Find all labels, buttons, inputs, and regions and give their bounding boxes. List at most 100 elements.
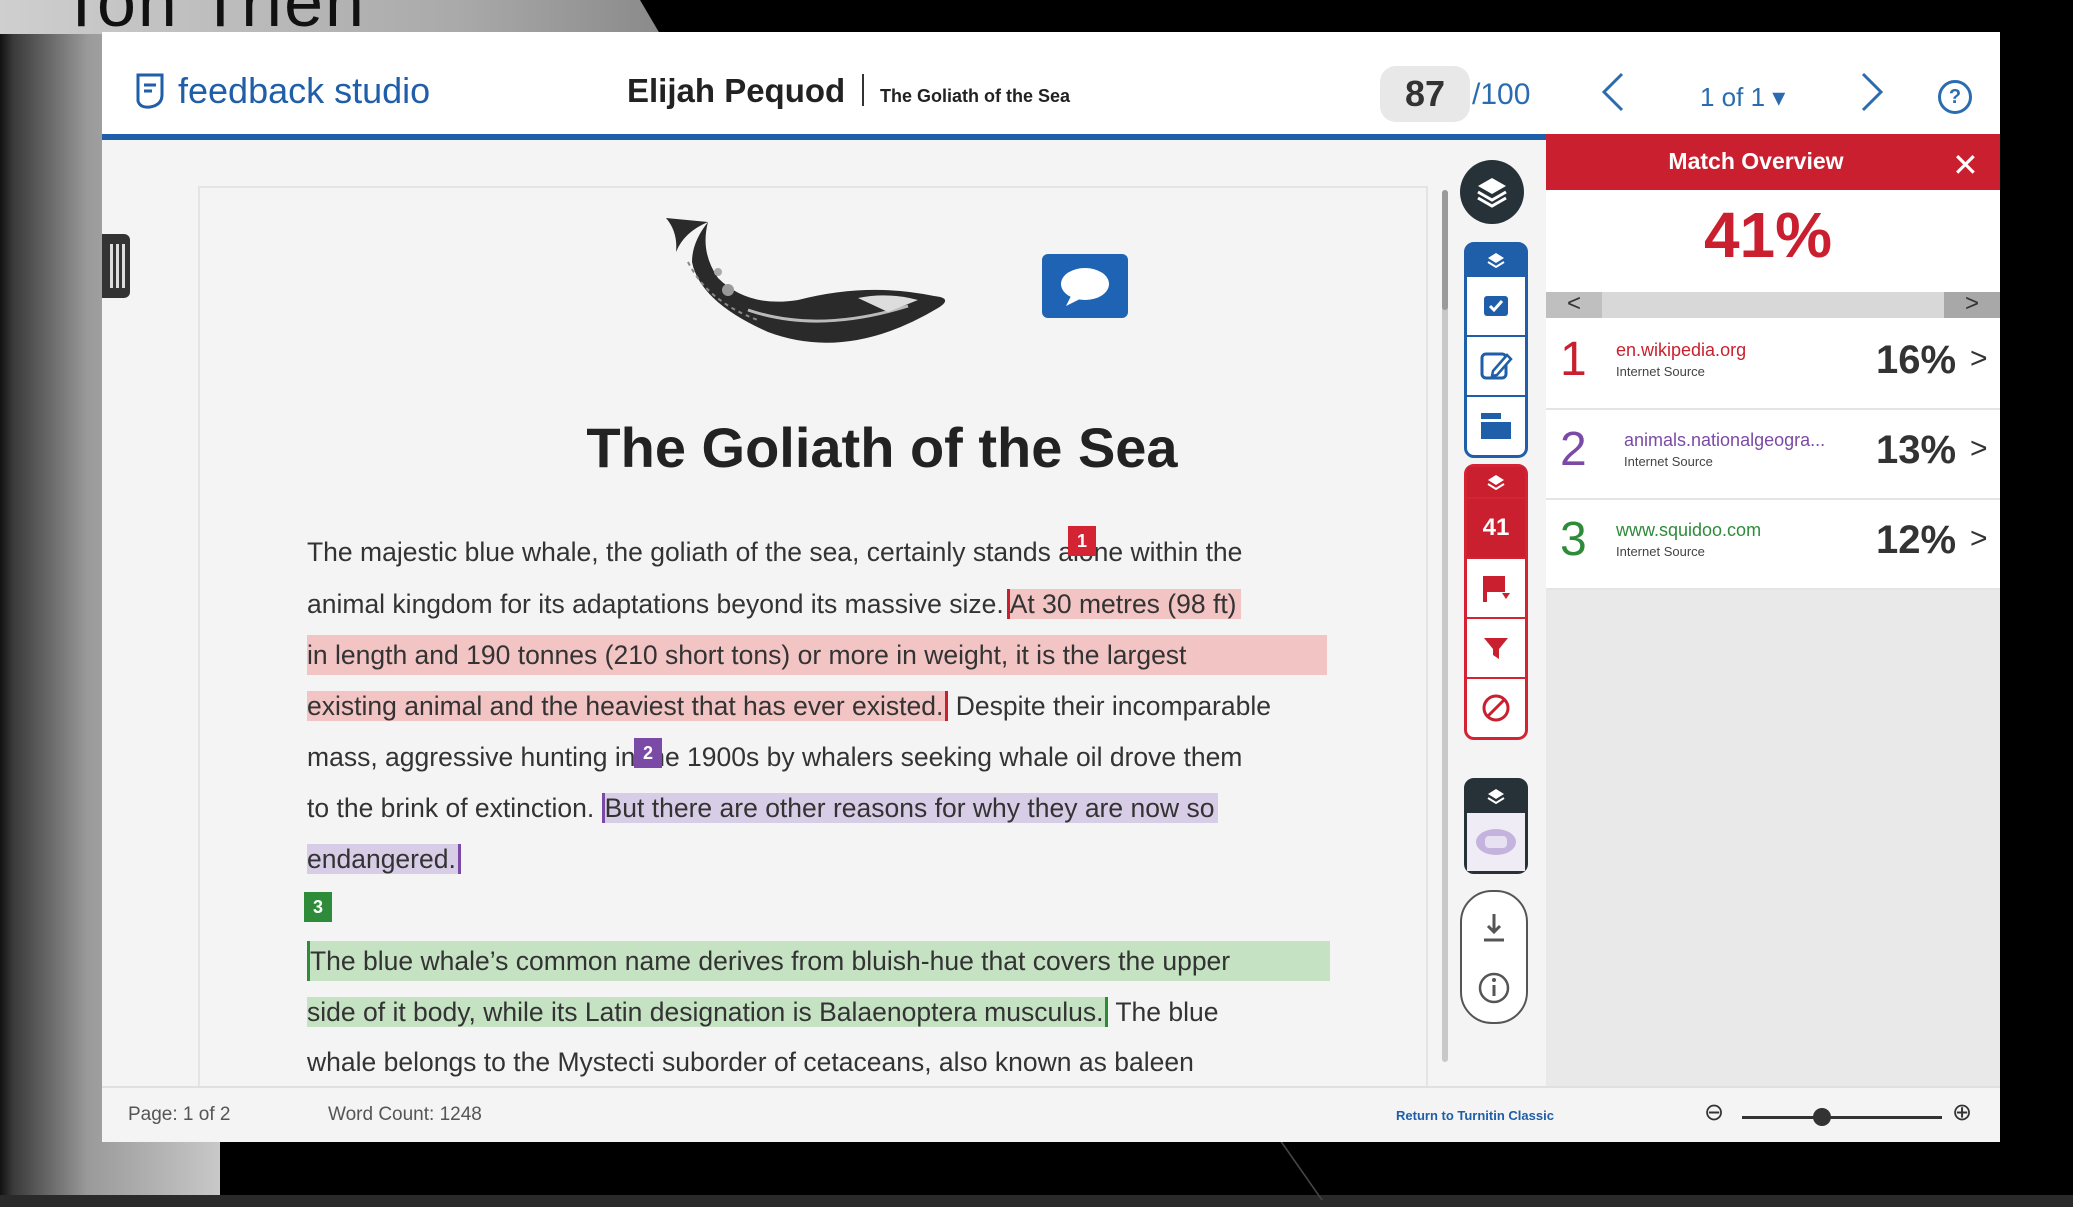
quickmark-button[interactable] (1467, 275, 1525, 335)
etsrater-icon (1476, 829, 1516, 855)
edit-icon (1480, 352, 1513, 380)
slider-next-button[interactable]: > (1944, 292, 2000, 318)
chevron-right-icon[interactable]: > (1970, 432, 1988, 466)
feedback-summary-button[interactable] (1467, 335, 1525, 395)
panel-title: Match Overview (1668, 148, 1844, 174)
source-type: Internet Source (1616, 364, 1705, 379)
comment-icon (1061, 268, 1109, 306)
status-bar: Page: 1 of 2 Word Count: 1248 Return to … (102, 1086, 2000, 1142)
app-window: feedback studio Elijah Pequod The Goliat… (102, 32, 2000, 1142)
match-overview-panel: Match Overview ✕ 41% < > 1 en.wikipedia.… (1546, 134, 2000, 1086)
layers-icon (1487, 789, 1505, 805)
plain-text: The blue (1115, 997, 1219, 1027)
info-icon (1478, 972, 1510, 1004)
source-row-2[interactable]: 2 animals.nationalgeogra... Internet Sou… (1546, 410, 2000, 500)
filter-icon (1484, 638, 1508, 659)
match-marker-1[interactable]: 1 (1068, 526, 1096, 556)
match-highlight-2-line-2[interactable]: endangered. (307, 844, 461, 874)
background-top-band: Ton Trien (0, 0, 660, 34)
text-line-6: to the brink of extinction. But there ar… (307, 788, 1327, 828)
filter-settings-button[interactable] (1467, 617, 1525, 677)
window-icon (1481, 413, 1511, 439)
plain-text: Despite their incomparable (955, 691, 1271, 721)
etsrater-tool-group (1464, 778, 1528, 874)
panel-header: Match Overview ✕ (1546, 134, 2000, 190)
text-line-7: endangered. (307, 839, 461, 879)
zoom-slider-handle[interactable] (1813, 1108, 1831, 1126)
download-button[interactable] (1462, 900, 1526, 956)
plain-text: to the brink of extinction. (307, 793, 595, 823)
source-type: Internet Source (1616, 544, 1705, 559)
slider-prev-button[interactable]: < (1546, 292, 1602, 318)
document-scroll-thumb[interactable] (1442, 190, 1448, 310)
layers-icon (1487, 253, 1505, 269)
source-number: 2 (1560, 423, 1587, 476)
source-percent: 12% (1876, 518, 1957, 562)
match-marker-3[interactable]: 3 (304, 892, 332, 922)
source-number: 3 (1560, 513, 1587, 566)
layers-icon (1477, 178, 1507, 208)
source-name: animals.nationalgeogra... (1624, 430, 1826, 450)
source-row-1[interactable]: 1 en.wikipedia.org Internet Source 16% > (1546, 320, 2000, 410)
submission-info-button[interactable] (1462, 960, 1526, 1016)
logo: feedback studio (132, 70, 430, 112)
text-line-4: existing animal and the heaviest that ha… (307, 686, 1327, 726)
match-highlight-2[interactable]: But there are other reasons for why they… (601, 793, 1219, 823)
match-highlight-1[interactable]: At 30 metres (98 ft) (1006, 589, 1241, 619)
document-title: The Goliath of the Sea (586, 416, 1178, 479)
all-sources-button[interactable] (1467, 557, 1525, 617)
rubric-button[interactable] (1467, 395, 1525, 455)
source-percent: 16% (1876, 338, 1957, 382)
text-line-9: side of it body, while its Latin designa… (307, 992, 1327, 1032)
match-highlight-1-line-3[interactable]: existing animal and the heaviest that ha… (307, 691, 949, 721)
match-highlight-3-line-2[interactable]: side of it body, while its Latin designa… (307, 997, 1109, 1027)
whale-illustration (666, 218, 946, 343)
background-diagonal (1278, 1140, 1384, 1200)
return-classic-link[interactable]: Return to Turnitin Classic (1396, 1108, 1554, 1123)
grading-layer-head[interactable] (1467, 245, 1525, 275)
paper-title: The Goliath of the Sea (880, 86, 1071, 106)
page-indicator: Page: 1 of 2 (128, 1104, 231, 1125)
exclude-icon (1482, 694, 1510, 722)
comment-bubble-button[interactable] (1042, 254, 1128, 318)
layers-toggle-button[interactable] (1460, 160, 1524, 224)
top-bar: feedback studio Elijah Pequod The Goliat… (102, 32, 2000, 140)
zoom-in-icon[interactable]: ⊕ (1952, 1098, 1972, 1127)
etsrater-layer-head[interactable] (1467, 781, 1525, 811)
word-count: Word Count: 1248 (328, 1104, 482, 1125)
utility-tool-group (1460, 890, 1528, 1024)
document-scrollbar[interactable] (1442, 190, 1448, 1062)
excluded-sources-button[interactable] (1467, 677, 1525, 737)
zoom-slider-track[interactable] (1742, 1116, 1942, 1119)
previous-paper-button[interactable] (1590, 68, 1638, 116)
grade-score[interactable]: 87 (1380, 66, 1470, 122)
logo-text: feedback studio (178, 70, 431, 111)
next-paper-button[interactable] (1847, 68, 1895, 116)
side-drawer-handle[interactable] (102, 234, 130, 298)
source-row-3[interactable]: 3 www.squidoo.com Internet Source 12% > (1546, 500, 2000, 590)
check-icon (1484, 296, 1508, 316)
source-name: www.squidoo.com (1616, 520, 1762, 540)
student-name: Elijah Pequod (627, 72, 846, 109)
etsrater-button[interactable] (1467, 811, 1525, 871)
match-marker-2[interactable]: 2 (634, 738, 662, 768)
source-slider[interactable]: < > (1546, 292, 2000, 318)
overall-similarity: 41% (1703, 199, 1833, 271)
match-highlight-1-line-2[interactable]: in length and 190 tonnes (210 short tons… (307, 635, 1327, 675)
similarity-layer-head[interactable] (1467, 467, 1525, 497)
source-percent: 13% (1876, 428, 1957, 472)
match-highlight-3[interactable]: The blue whale’s common name derives fro… (307, 941, 1330, 981)
layers-icon (1487, 475, 1505, 491)
chevron-right-icon[interactable]: > (1970, 342, 1988, 376)
similarity-score-button[interactable]: 41 (1467, 497, 1525, 557)
help-button[interactable]: ? (1938, 80, 1972, 114)
close-panel-button[interactable]: ✕ (1952, 146, 1979, 184)
paper-pager-dropdown[interactable]: 1 of 1 ▾ (1700, 82, 1785, 113)
text-line-2: animal kingdom for its adaptations beyon… (307, 584, 1327, 624)
download-icon (1484, 914, 1504, 942)
zoom-out-icon[interactable]: ⊖ (1704, 1098, 1724, 1127)
source-type: Internet Source (1624, 454, 1713, 469)
source-name: en.wikipedia.org (1616, 340, 1747, 360)
text-line-10: whale belongs to the Mystecti suborder o… (307, 1047, 1194, 1077)
chevron-right-icon[interactable]: > (1970, 522, 1988, 556)
